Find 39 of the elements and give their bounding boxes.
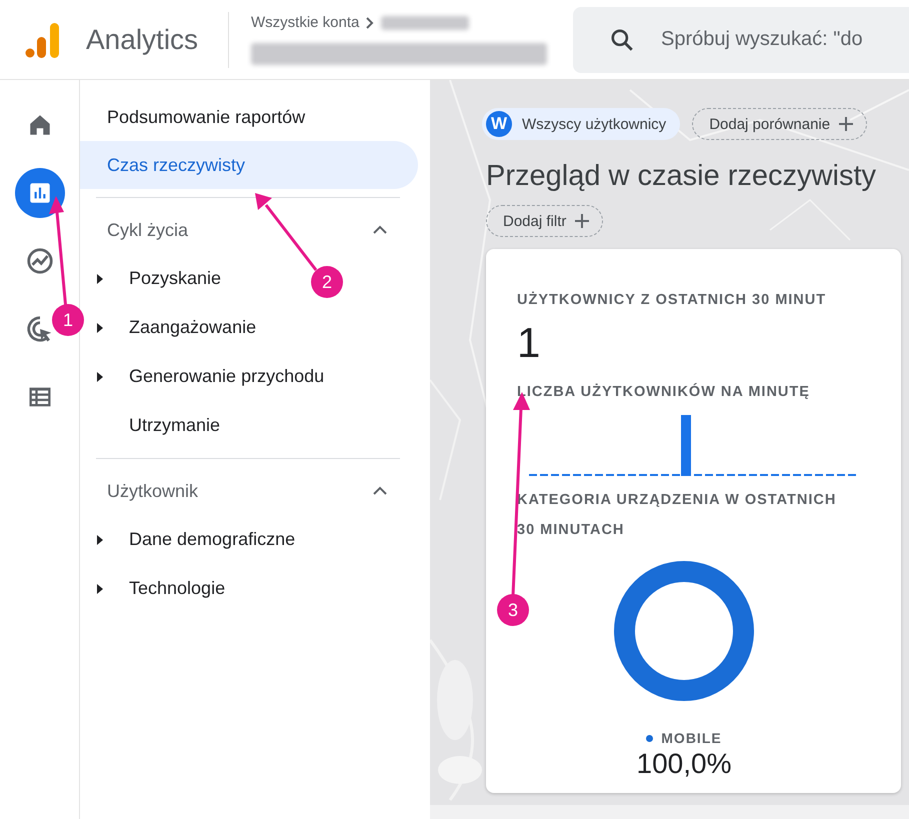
legend-label: MOBILE [661, 730, 722, 746]
card-heading: LICZBA UŻYTKOWNIKÓW NA MINUTĘ [517, 382, 811, 402]
nav-item[interactable]: Pozyskanie [129, 268, 222, 289]
nav-item[interactable]: Utrzymanie [129, 415, 220, 436]
legend-value: 100,0% [636, 748, 732, 780]
plus-icon [838, 116, 854, 132]
chevron-up-icon[interactable] [372, 486, 388, 496]
nav-item[interactable]: Dane demograficzne [129, 529, 296, 550]
expand-arrow-icon[interactable] [97, 534, 103, 544]
nav-item[interactable]: Technologie [129, 578, 226, 599]
segment-label: Wszyscy użytkownicy [522, 116, 666, 132]
add-comparison-button[interactable]: Dodaj porównanie [692, 108, 868, 140]
plus-icon [574, 213, 590, 229]
search-icon [609, 26, 635, 52]
section-header: Cykl życia [107, 220, 188, 240]
expand-arrow-icon[interactable] [97, 322, 103, 332]
user-count: 1 [517, 319, 542, 367]
trend-chart-icon [24, 246, 54, 276]
target-cursor-icon [24, 314, 54, 344]
page-title: Przegląd w czasie rzeczywisty [486, 160, 877, 193]
chevron-up-icon[interactable] [372, 225, 388, 235]
reports-button[interactable] [14, 168, 64, 218]
expand-arrow-icon[interactable] [97, 584, 103, 594]
nav-item[interactable]: Czas rzeczywisty [80, 141, 418, 189]
card-heading: UŻYTKOWNICY Z OSTATNICH 30 MINUT [517, 290, 828, 310]
nav-item[interactable]: Generowanie przychodu [129, 366, 324, 387]
nav-item[interactable]: Podsumowanie raportów [80, 93, 418, 141]
section-header: Użytkownik [107, 480, 198, 502]
breadcrumb-link[interactable]: Wszystkie konta [251, 14, 360, 31]
add-filter-button[interactable]: Dodaj filtr [486, 205, 604, 237]
segment-avatar: W [486, 111, 512, 137]
product-name: Analytics [86, 24, 198, 56]
expand-arrow-icon[interactable] [97, 274, 103, 284]
search-field[interactable]: Spróbuj wyszukać: "do [573, 6, 909, 72]
nav-item[interactable]: Zaangażowanie [129, 317, 256, 338]
expand-arrow-icon[interactable] [97, 372, 103, 382]
segment-chip[interactable]: W Wszyscy użytkownicy [482, 108, 680, 140]
annotation-badge: 1 [52, 304, 84, 336]
chevron-right-icon [365, 16, 376, 30]
